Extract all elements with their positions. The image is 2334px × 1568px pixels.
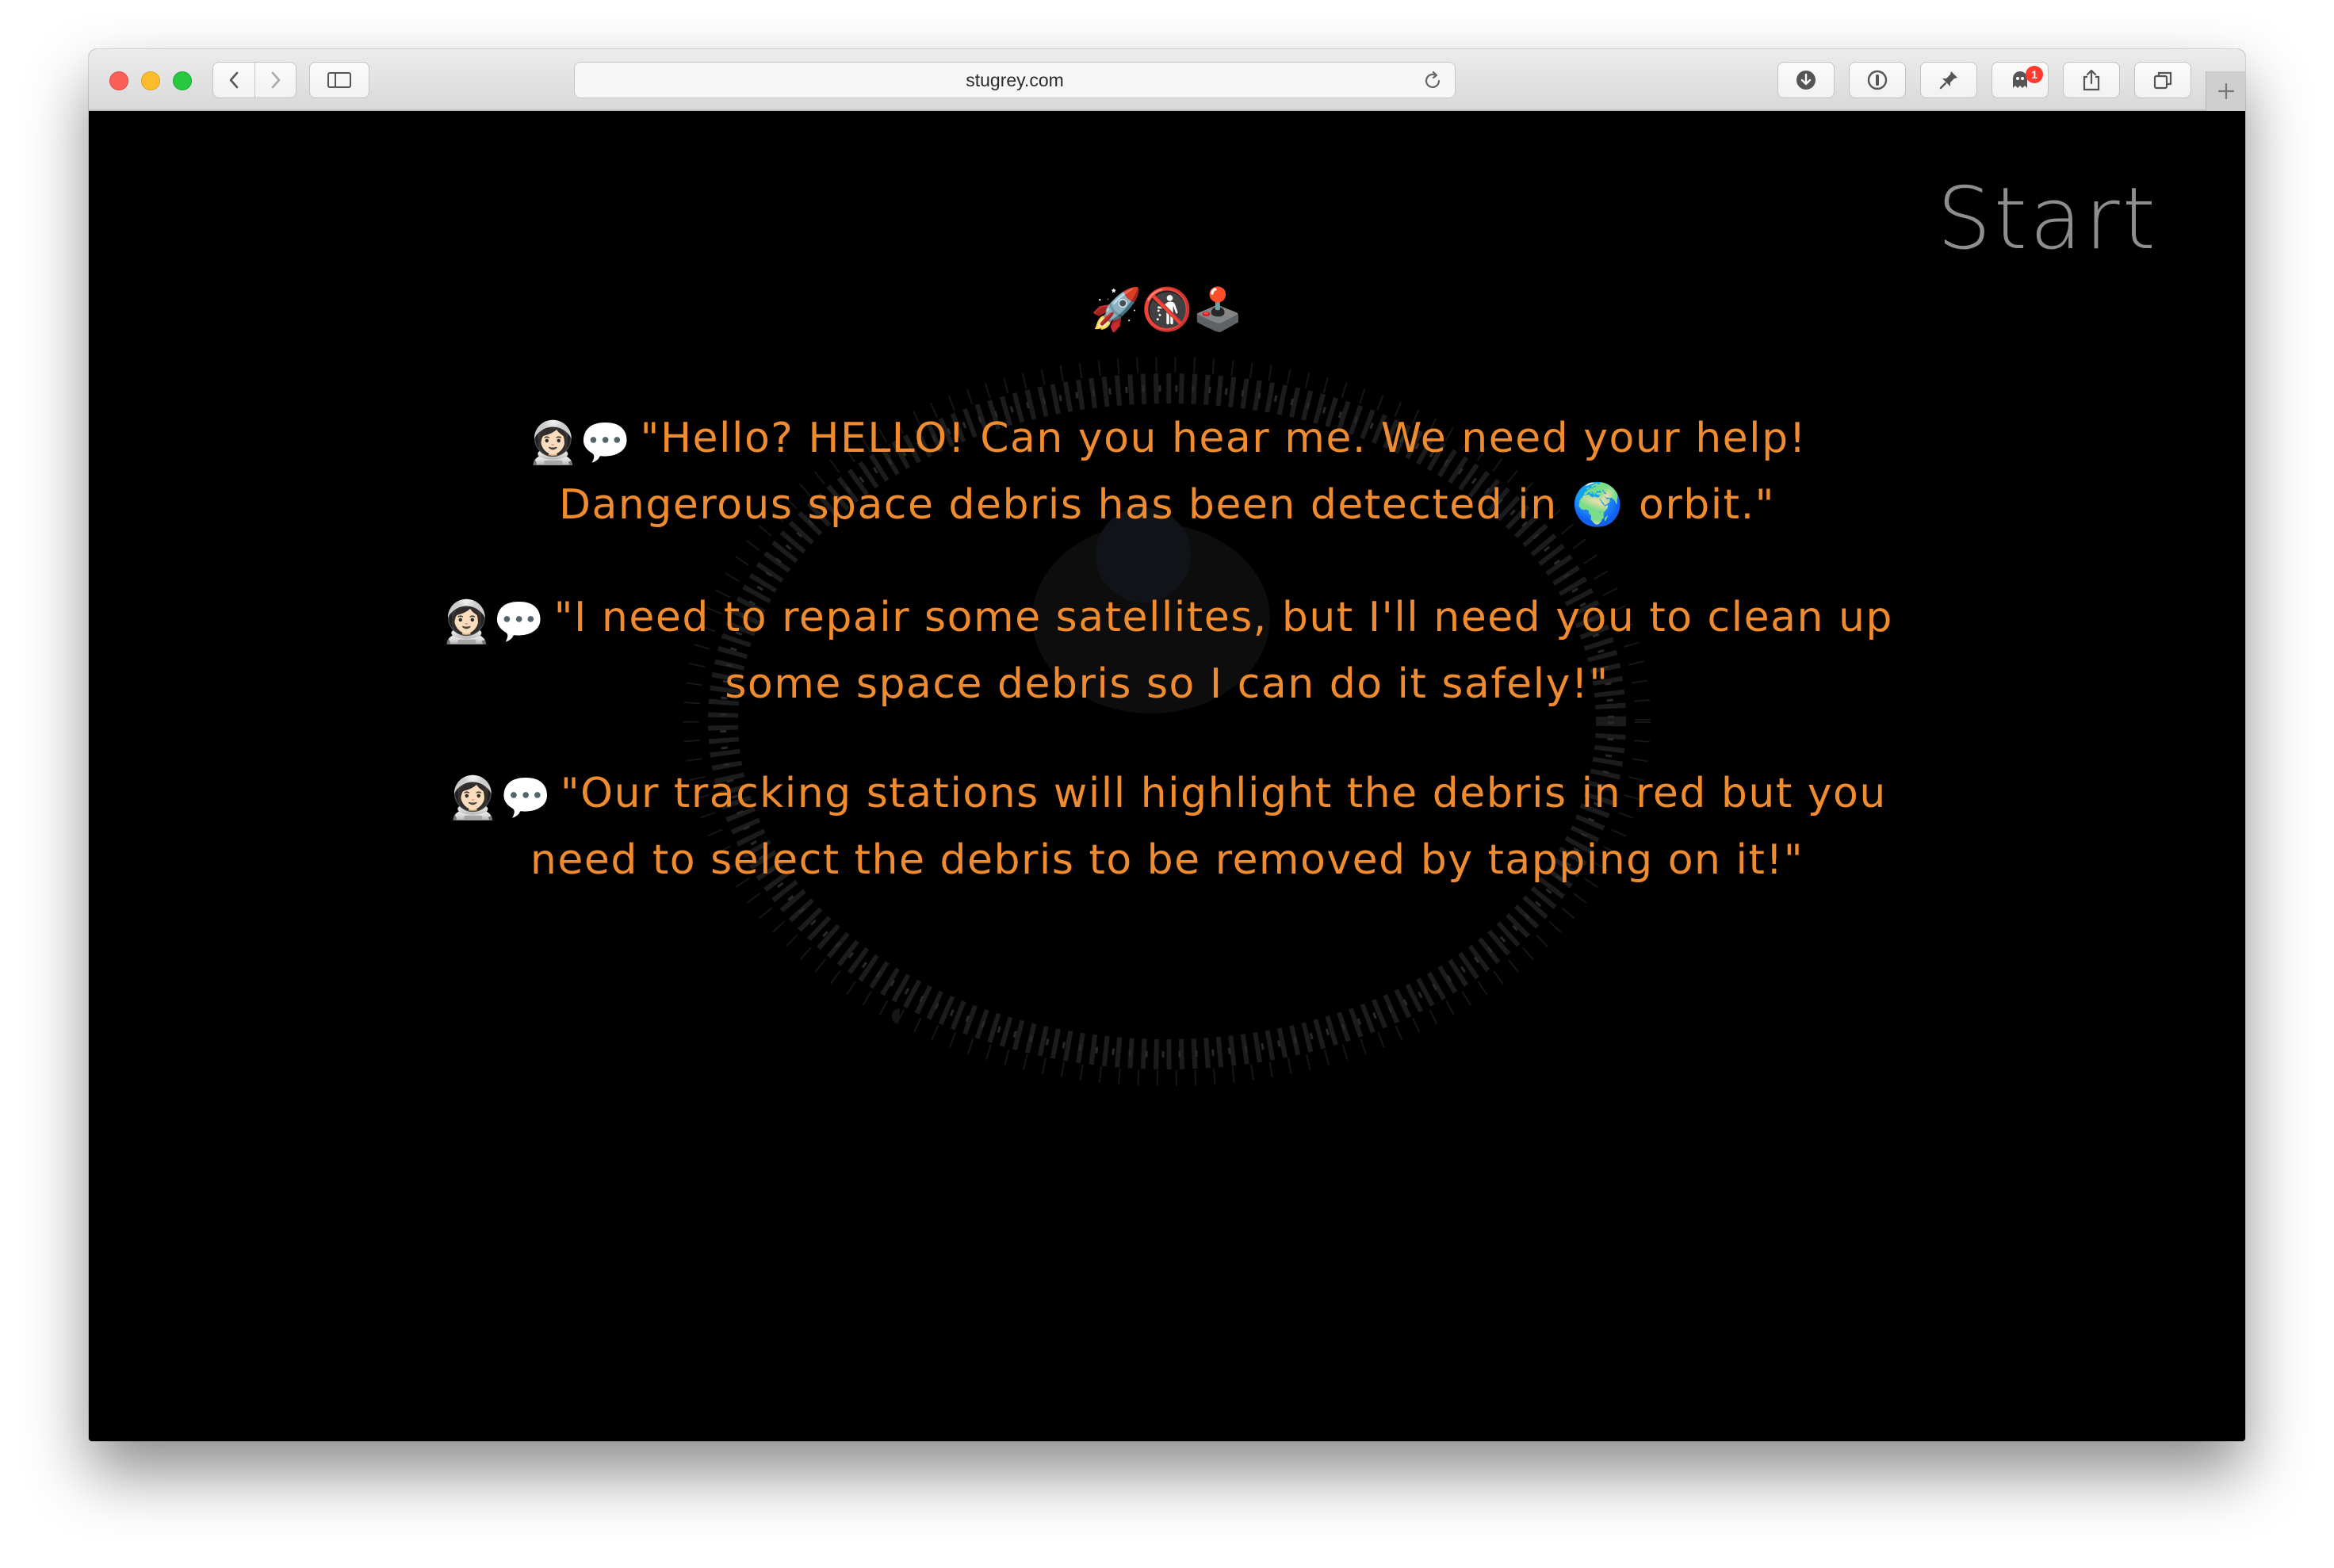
browser-window: stugrey.com 1 [89,49,2245,1441]
password-manager-button[interactable] [1849,62,1906,98]
earth-icon: 🌍 [1571,481,1624,529]
tabs-icon [2153,71,2172,90]
address-bar[interactable]: stugrey.com [574,62,1456,98]
ghostery-extension-button[interactable]: 1 [1992,62,2049,98]
dialogue-text-end: orbit." [1624,481,1776,529]
url-text: stugrey.com [966,69,1064,90]
password-manager-icon [1867,70,1888,90]
sidebar-toggle-button[interactable] [309,62,369,98]
pin-extension-button[interactable] [1920,62,1977,98]
rocket-icon: 🚀 [1090,286,1142,333]
minimize-window-button[interactable] [141,71,160,90]
browser-toolbar: stugrey.com 1 [89,49,2245,111]
chevron-left-icon [229,71,239,89]
chevron-right-icon [271,71,280,89]
astronaut-speech-icon: 👩🏻‍🚀💬 [527,419,633,467]
joystick-icon: 🕹️ [1192,286,1244,333]
astronaut-speech-icon: 👩🏻‍🚀💬 [447,774,553,822]
start-button[interactable]: Start [1937,170,2158,269]
new-tab-button[interactable] [2206,71,2245,111]
game-canvas[interactable]: Start 🚀 🚯 🕹️ 👩🏻‍🚀💬 "Hello? HELLO! Can you… [89,111,2245,1441]
show-tabs-button[interactable] [2134,62,2191,98]
plus-icon [2217,82,2234,100]
pin-icon [1939,71,1957,90]
back-button[interactable] [213,63,254,98]
dialogue-line-3: 👩🏻‍🚀💬 "Our tracking stations will highlig… [89,763,2245,891]
forward-button[interactable] [254,63,296,98]
reload-icon[interactable] [1421,70,1444,92]
share-button[interactable] [2063,62,2120,98]
notification-badge: 1 [2026,66,2043,83]
close-window-button[interactable] [109,71,128,90]
astronaut-speech-icon: 👩🏻‍🚀💬 [441,599,546,646]
dialogue-text: "Our tracking stations will highlight th… [530,770,1887,884]
title-emoji-row: 🚀 🚯 🕹️ [89,285,2245,333]
downloads-button[interactable] [1777,62,1835,98]
sidebar-icon [327,72,351,88]
dialogue-line-2: 👩🏻‍🚀💬 "I need to repair some satellites, … [89,587,2245,715]
dialogue-line-1: 👩🏻‍🚀💬 "Hello? HELLO! Can you hear me. We … [89,407,2245,536]
dialogue-text: "I need to repair some satellites, but I… [553,594,1893,708]
no-littering-icon: 🚯 [1141,286,1193,333]
share-icon [2083,69,2100,91]
back-forward-group [212,62,297,98]
download-icon [1796,71,1816,90]
zoom-window-button[interactable] [173,71,192,90]
